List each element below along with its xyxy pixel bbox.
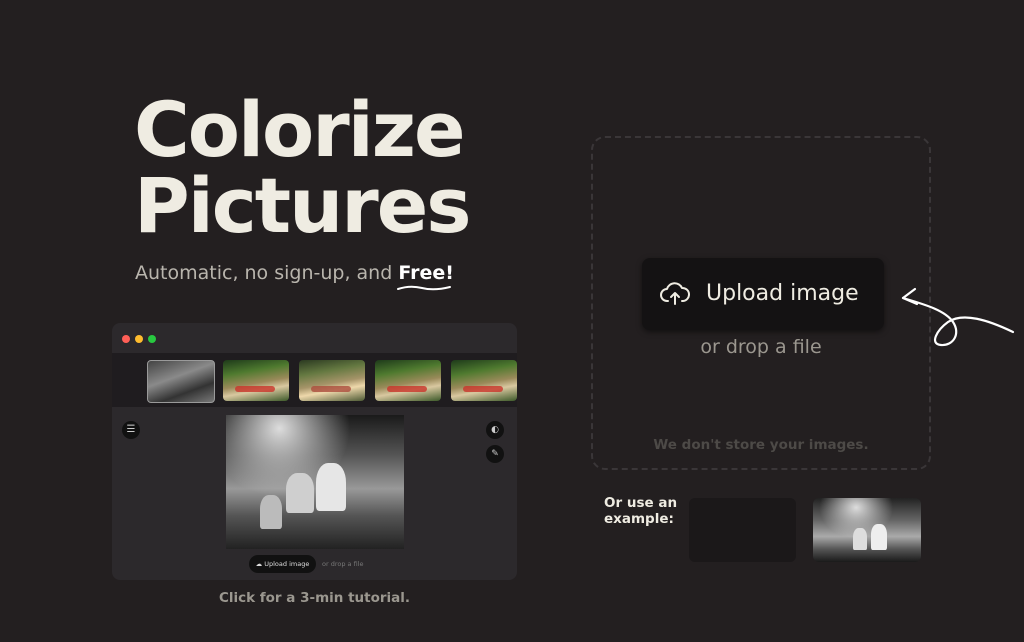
demo-upload-label: Upload image xyxy=(264,560,310,568)
hero-title-line1: Colorize xyxy=(134,85,466,174)
demo-photo xyxy=(226,415,404,549)
hero-title: Colorize Pictures xyxy=(134,92,534,244)
demo-drop-text: or drop a file xyxy=(322,560,364,568)
subtitle-free-text: Free! xyxy=(398,262,454,284)
demo-upload-button: ☁ Upload image xyxy=(249,555,316,573)
thumbnail-color-4 xyxy=(451,360,517,401)
tutorial-link[interactable]: Click for a 3-min tutorial. xyxy=(112,590,517,606)
hand-drawn-arrow-icon xyxy=(901,287,1015,347)
drop-file-text: or drop a file xyxy=(700,336,822,358)
subtitle-text: Automatic, no sign-up, and xyxy=(135,262,399,284)
minimize-dot-icon xyxy=(135,335,143,343)
close-dot-icon xyxy=(122,335,130,343)
maximize-dot-icon xyxy=(148,335,156,343)
example-label: Or use an example: xyxy=(604,495,678,527)
pencil-icon: ✎ xyxy=(486,445,504,463)
underline-squiggle-icon xyxy=(397,285,452,291)
upload-image-button[interactable]: Upload image xyxy=(642,258,884,330)
upload-button-label: Upload image xyxy=(706,281,859,306)
thumbnail-original xyxy=(147,360,215,403)
menu-icon: ☰ xyxy=(122,421,140,439)
thumbnail-color-3 xyxy=(375,360,441,401)
example-image-2[interactable] xyxy=(813,498,921,562)
thumbnail-color-1 xyxy=(223,360,289,401)
thumbnail-color-2 xyxy=(299,360,365,401)
hero-subtitle: Automatic, no sign-up, and Free! xyxy=(135,262,454,291)
tutorial-video-preview[interactable]: ☰ ◐ ✎ ☁ Upload image or drop a file xyxy=(112,323,517,580)
subtitle-free: Free! xyxy=(397,262,454,291)
palette-icon: ◐ xyxy=(486,421,504,439)
example-image-1[interactable] xyxy=(689,498,796,562)
window-titlebar xyxy=(112,323,517,353)
privacy-note: We don't store your images. xyxy=(653,437,869,453)
hero-title-line2: Pictures xyxy=(134,161,472,250)
thumbnail-strip xyxy=(112,353,517,407)
cloud-upload-icon xyxy=(660,282,690,305)
